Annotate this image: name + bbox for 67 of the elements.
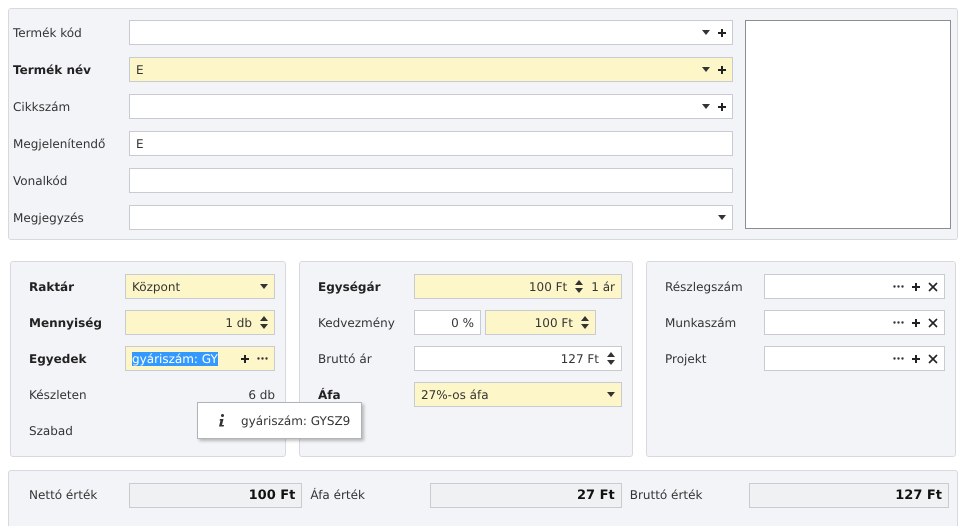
add-icon[interactable] (912, 282, 920, 290)
dropdown-icon[interactable] (260, 284, 268, 289)
add-icon[interactable] (241, 354, 249, 362)
total-label: Bruttó érték (630, 487, 704, 504)
clear-icon[interactable] (928, 354, 938, 364)
combo-field[interactable] (129, 20, 733, 45)
add-icon[interactable] (912, 318, 920, 326)
dropdown-icon[interactable] (702, 67, 710, 72)
total-value: 127 Ft (749, 483, 950, 508)
more-icon[interactable] (893, 357, 904, 360)
field-label: Megjegyzés (13, 210, 85, 224)
field-label: Termék név (13, 62, 92, 76)
dropdown-icon[interactable] (718, 215, 726, 220)
add-icon[interactable] (912, 354, 920, 362)
field-label: Projekt (665, 352, 708, 366)
more-icon[interactable] (257, 357, 268, 360)
field-label: Mennyiség (29, 316, 103, 330)
field-label: Részlegszám (665, 280, 744, 294)
field-label: Készleten (29, 388, 88, 402)
field-label: Bruttó ár (318, 352, 373, 366)
combo-field[interactable]: Központ (125, 274, 275, 299)
field-label: Raktár (29, 280, 76, 294)
add-icon[interactable] (718, 66, 726, 74)
add-icon[interactable] (718, 102, 726, 110)
field-label: Cikkszám (13, 100, 72, 114)
field-label: Kedvezmény (318, 316, 396, 330)
stock-value: 6 db (247, 388, 275, 402)
spin-arrows-icon[interactable] (575, 280, 584, 293)
clear-icon[interactable] (928, 282, 938, 292)
spin-arrows-icon[interactable] (607, 352, 615, 365)
clear-icon[interactable] (928, 318, 938, 328)
field-label: Termék kód (13, 26, 83, 40)
dropdown-icon[interactable] (702, 104, 710, 109)
lookup-field[interactable] (764, 310, 945, 335)
total-value: 100 Ft (128, 483, 302, 508)
spin-field[interactable]: 127 Ft (414, 346, 622, 371)
lookup-field[interactable] (764, 274, 945, 299)
total-label: Nettó érték (29, 487, 98, 504)
input-field[interactable]: E (129, 131, 733, 156)
spin-field[interactable]: 100 Ft (485, 310, 596, 335)
combo-field[interactable]: E (129, 57, 733, 82)
field-label: Egységár (318, 280, 382, 294)
combo-field[interactable]: 27%-os áfa (414, 382, 622, 407)
field-label: Egyedek (29, 352, 88, 366)
combo-field[interactable] (129, 205, 733, 230)
field-label: Munkaszám (665, 316, 738, 330)
spin-field[interactable]: 1 db (125, 310, 275, 335)
total-label: Áfa érték (310, 486, 366, 504)
lookup-field[interactable] (764, 346, 945, 371)
info-icon (218, 414, 225, 427)
more-icon[interactable] (893, 285, 904, 288)
total-value: 27 Ft (430, 483, 622, 508)
add-icon[interactable] (718, 28, 726, 36)
field-label: Szabad (29, 424, 74, 438)
dropdown-icon[interactable] (607, 392, 615, 397)
more-icon[interactable] (893, 321, 904, 324)
tooltip-text: gyáriszám: GYSZ9 (241, 414, 350, 428)
field-label: Megjelenítendő (13, 136, 106, 150)
combo-field[interactable] (129, 94, 733, 119)
dropdown-icon[interactable] (702, 30, 710, 35)
input-field[interactable]: 0 % (414, 310, 481, 335)
spin-arrows-icon[interactable] (260, 316, 268, 329)
field-label: Áfa (318, 388, 342, 402)
input-field[interactable] (129, 168, 733, 193)
spin-field[interactable]: 100 Ft 1 ár (414, 274, 622, 299)
spin-arrows-icon[interactable] (581, 316, 589, 329)
field-label: Vonalkód (13, 174, 68, 188)
